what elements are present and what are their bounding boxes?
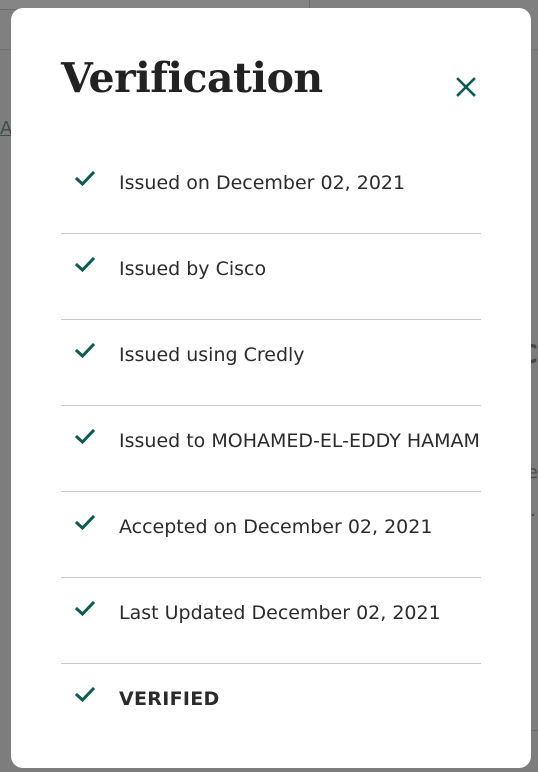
list-item: Issued on December 02, 2021: [61, 148, 481, 234]
check-icon: [75, 170, 95, 187]
verification-modal: Verification Issued on December 02, 2021…: [11, 8, 531, 768]
list-item: Issued by Cisco: [61, 234, 481, 320]
list-item-label: Accepted on December 02, 2021: [119, 516, 433, 538]
list-item-label: Issued using Credly: [119, 344, 305, 366]
background-text-dot: .: [530, 500, 536, 521]
list-item-label: Last Updated December 02, 2021: [119, 602, 441, 624]
list-item-label: Issued by Cisco: [119, 258, 267, 280]
check-icon: [75, 428, 95, 445]
list-item: VERIFIED: [61, 664, 481, 750]
modal-title: Verification: [61, 54, 323, 102]
verification-list: Issued on December 02, 2021 Issued by Ci…: [61, 148, 481, 750]
close-icon: [456, 77, 476, 97]
check-icon: [75, 686, 95, 703]
list-item: Issued using Credly: [61, 320, 481, 406]
close-button[interactable]: [447, 68, 485, 106]
check-icon: [75, 600, 95, 617]
verified-status-label: VERIFIED: [119, 688, 220, 710]
check-icon: [75, 256, 95, 273]
list-item-label: Issued on December 02, 2021: [119, 172, 406, 194]
check-icon: [75, 514, 95, 531]
list-item: Issued to MOHAMED-EL-EDDY HAMAM: [61, 406, 481, 492]
list-item-label: Issued to MOHAMED-EL-EDDY HAMAM: [119, 430, 480, 452]
list-item: Last Updated December 02, 2021: [61, 578, 481, 664]
check-icon: [75, 342, 95, 359]
list-item: Accepted on December 02, 2021: [61, 492, 481, 578]
